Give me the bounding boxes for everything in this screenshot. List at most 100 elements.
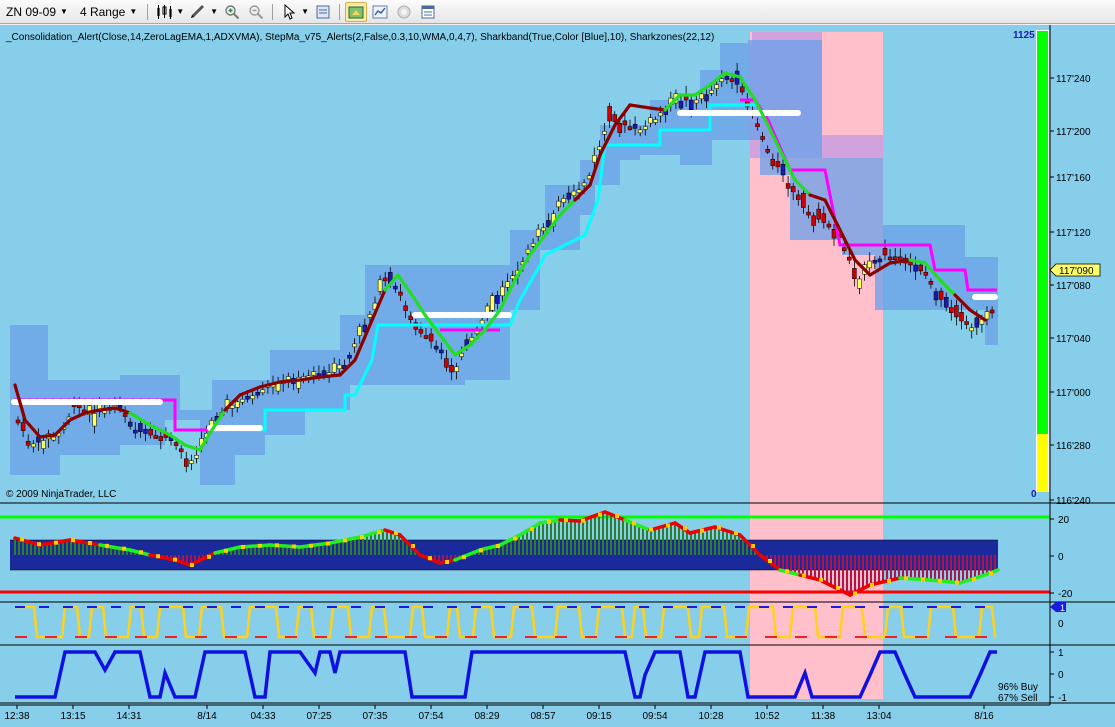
time-tick-label: 07:25 <box>306 711 331 722</box>
indicators-list-button[interactable] <box>417 2 439 22</box>
osc-tick-label: 0 <box>1058 552 1064 563</box>
candle-body <box>704 94 709 102</box>
candle-body <box>382 277 388 282</box>
draw-pen-icon <box>191 4 205 18</box>
price-tick-label: 117'200 <box>1056 127 1091 138</box>
candle-body <box>699 93 704 100</box>
candle-body <box>790 186 796 193</box>
candle-body <box>92 413 97 427</box>
candle-body <box>418 329 424 334</box>
candle-body <box>357 326 362 336</box>
gauge-bottom-value: 0 <box>1031 489 1037 500</box>
candle-body <box>627 126 633 130</box>
candle-body <box>816 208 821 220</box>
time-tick-label: 8/16 <box>974 711 994 722</box>
candle-body <box>173 442 179 446</box>
zoom-in-button[interactable] <box>221 2 243 22</box>
candle-body <box>311 371 317 376</box>
candle-body <box>607 106 612 122</box>
chevron-down-icon[interactable]: ▼ <box>210 7 218 16</box>
osc-marker <box>479 548 483 553</box>
price-tick-label: 116'280 <box>1056 441 1091 452</box>
time-tick-label: 10:52 <box>754 711 779 722</box>
candle-body <box>765 149 770 153</box>
candle-body <box>913 264 918 272</box>
price-tick-label: 116'240 <box>1056 496 1091 507</box>
panel3-tick-label: 1 <box>1060 603 1065 613</box>
candle-body <box>969 327 974 332</box>
candle-body <box>954 305 959 318</box>
osc-marker <box>105 543 109 548</box>
zoom-out-button[interactable] <box>245 2 267 22</box>
osc-marker <box>241 544 245 549</box>
candle-body <box>811 215 816 226</box>
osc-marker <box>224 548 228 553</box>
candle-body <box>500 286 505 297</box>
copyright-label: © 2009 NinjaTrader, LLC <box>6 489 116 500</box>
candle-body <box>15 419 21 424</box>
candle-body <box>158 436 164 441</box>
osc-marker <box>377 530 381 535</box>
osc-marker <box>343 538 347 543</box>
period-label: 4 Range <box>79 4 126 19</box>
chart-area[interactable]: 117'240 117'200 117'160 117'120 117'080 117'0… <box>0 25 1115 727</box>
chevron-down-icon[interactable]: ▼ <box>301 7 309 16</box>
properties-button[interactable] <box>345 1 368 22</box>
price-tick-label: 117'040 <box>1056 334 1091 345</box>
time-axis-strip <box>0 705 1115 727</box>
bar-type-button[interactable] <box>153 2 175 22</box>
osc-marker <box>751 544 755 548</box>
chevron-down-icon[interactable]: ▼ <box>176 7 184 16</box>
data-box-button[interactable] <box>312 2 334 22</box>
pointer-button[interactable] <box>278 2 300 22</box>
period-selector[interactable]: 4 Range ▼ <box>74 2 143 22</box>
candle-body <box>653 119 658 123</box>
chart-svg[interactable]: 117'240 117'200 117'160 117'120 117'080 117'0… <box>0 25 1115 727</box>
sell-percentage-label: 67% Sell <box>998 693 1037 704</box>
osc-marker <box>734 531 738 536</box>
osc-marker <box>275 543 279 548</box>
candle-body <box>709 90 714 94</box>
candle-body <box>530 243 536 247</box>
osc-marker <box>156 554 160 559</box>
candle-body <box>347 354 352 359</box>
candle-body <box>581 182 587 187</box>
panel4-tick-label: -1 <box>1058 693 1067 704</box>
draw-tool-button[interactable] <box>187 2 209 22</box>
candle-body <box>576 189 582 193</box>
candle-body <box>714 84 719 89</box>
candle-body <box>240 398 245 403</box>
candle-body <box>505 281 510 288</box>
candle-body <box>556 200 561 208</box>
ma-line-bear <box>648 106 667 112</box>
osc-marker <box>768 559 772 563</box>
candle-body <box>637 129 643 134</box>
osc-marker <box>411 544 415 548</box>
candle-body <box>632 123 638 129</box>
candle-body <box>403 305 408 311</box>
candle-body <box>964 321 969 325</box>
osc-marker <box>870 583 874 587</box>
candle-body <box>51 436 56 441</box>
candle-body <box>321 370 327 376</box>
osc-marker <box>122 546 126 551</box>
candle-body <box>933 291 939 301</box>
osc-marker <box>887 579 891 584</box>
osc-tick-label: -20 <box>1058 589 1073 600</box>
candle-body <box>449 365 454 373</box>
gauge-buy-fill <box>1037 31 1048 434</box>
osc-marker <box>598 512 602 517</box>
time-tick-label: 04:33 <box>250 711 275 722</box>
osc-marker <box>173 557 177 562</box>
toolbar-divider <box>147 3 149 20</box>
chart-trader-button[interactable] <box>393 2 415 22</box>
candle-body <box>444 358 449 368</box>
candle-body <box>755 123 760 127</box>
candle-body <box>923 272 929 276</box>
candle-body <box>847 256 852 261</box>
candle-body <box>892 256 898 261</box>
strategies-button[interactable] <box>369 2 391 22</box>
candle-body <box>943 296 949 308</box>
time-tick-label: 09:54 <box>642 711 667 722</box>
instrument-selector[interactable]: ZN 09-09 ▼ <box>0 2 74 22</box>
